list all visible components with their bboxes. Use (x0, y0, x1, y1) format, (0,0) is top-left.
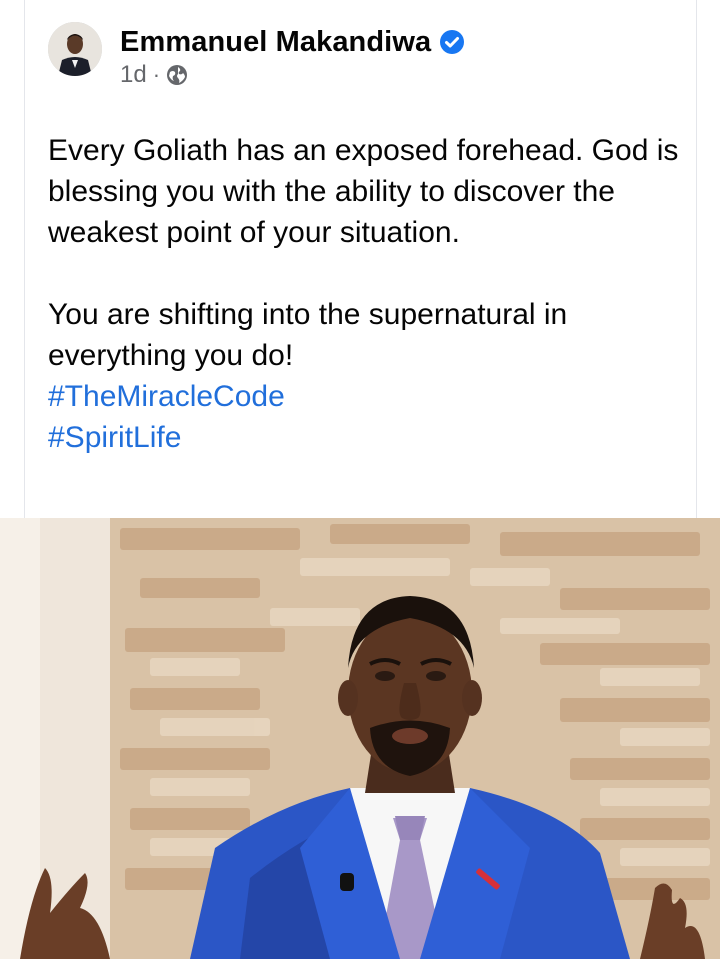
facebook-post: Emmanuel Makandiwa 1d · Every Goliath ha… (0, 0, 720, 959)
globe-icon[interactable] (166, 64, 188, 86)
post-paragraph: You are shifting into the supernatural i… (48, 298, 568, 372)
verified-badge-icon (439, 29, 465, 55)
hashtag-link[interactable]: #SpiritLife (48, 417, 688, 458)
post-meta: Emmanuel Makandiwa 1d · (120, 22, 465, 90)
post-timestamp[interactable]: 1d (120, 61, 147, 89)
separator-dot: · (152, 62, 161, 87)
post-body: Every Goliath has an exposed forehead. G… (48, 130, 688, 458)
post-photo[interactable] (0, 518, 720, 959)
card-border (696, 0, 697, 518)
avatar-image (48, 22, 102, 76)
post-header: Emmanuel Makandiwa 1d · (48, 22, 465, 88)
post-paragraph: Every Goliath has an exposed forehead. G… (48, 134, 679, 249)
post-subinfo: 1d · (120, 60, 465, 90)
avatar[interactable] (48, 22, 102, 76)
card-border (24, 0, 25, 518)
author-row: Emmanuel Makandiwa (120, 24, 465, 60)
author-name[interactable]: Emmanuel Makandiwa (120, 26, 431, 59)
photo-image (0, 518, 720, 959)
hashtag-link[interactable]: #TheMiracleCode (48, 376, 688, 417)
